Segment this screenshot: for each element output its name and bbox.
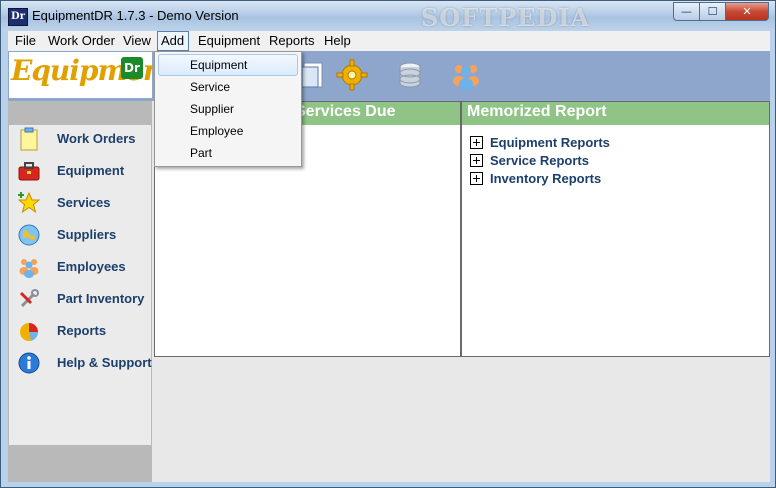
logo-text: Equipment: [11, 54, 175, 87]
app-logo: Equipment Dr: [9, 52, 175, 98]
close-button[interactable]: ✕: [725, 2, 769, 21]
sidebar-item-suppliers[interactable]: Suppliers: [9, 221, 151, 249]
sidebar-item-label: Equipment: [57, 163, 125, 178]
add-menu-item-part[interactable]: Part: [158, 142, 298, 164]
star-icon: [17, 191, 41, 214]
menu-reports[interactable]: Reports: [266, 31, 318, 51]
sidebar-item-equipment[interactable]: Equipment: [9, 157, 151, 185]
sidebar-item-label: Help & Support: [57, 355, 152, 370]
sidebar-item-work-orders[interactable]: Work Orders: [9, 125, 151, 153]
sidebar-item-help-support[interactable]: Help & Support: [9, 349, 152, 377]
tree-item-label[interactable]: Service Reports: [490, 153, 589, 168]
add-menu-item-equipment[interactable]: Equipment: [158, 54, 298, 76]
expand-icon[interactable]: [470, 154, 483, 167]
panel-title: Services Due: [295, 103, 396, 120]
sidebar-item-reports[interactable]: Reports: [9, 317, 151, 345]
sidebar-item-label: Employees: [57, 259, 126, 274]
sidebar-nav: Work Orders Equipment Services Suppliers…: [9, 125, 152, 445]
people-icon: [19, 259, 39, 278]
add-menu-item-employee[interactable]: Employee: [158, 120, 298, 142]
menu-file[interactable]: File: [12, 31, 39, 51]
clipboard-icon: [20, 127, 38, 151]
people-icon[interactable]: [450, 59, 482, 91]
menu-bar: File Work Order View Add Equipment Repor…: [8, 31, 770, 51]
sidebar-item-label: Part Inventory: [57, 291, 145, 306]
wrench-icon: [19, 289, 39, 308]
window-controls: — ☐ ✕: [673, 2, 769, 21]
memorized-report-panel: Memorized Report Equipment Reports Servi…: [461, 101, 770, 357]
add-menu-item-supplier[interactable]: Supplier: [158, 98, 298, 120]
sidebar-item-part-inventory[interactable]: Part Inventory: [9, 285, 151, 313]
sidebar-item-services[interactable]: Services: [9, 189, 151, 217]
add-menu-dropdown: Equipment Service Supplier Employee Part: [154, 51, 302, 167]
sidebar-item-label: Work Orders: [57, 131, 136, 146]
menu-help[interactable]: Help: [321, 31, 354, 51]
logo-badge: Dr: [121, 57, 143, 79]
title-bar[interactable]: Dr EquipmentDR 1.7.3 - Demo Version SOFT…: [1, 1, 775, 32]
panel-header: Memorized Report: [462, 102, 769, 125]
minimize-button[interactable]: —: [673, 2, 699, 21]
gear-icon[interactable]: [336, 59, 368, 91]
menu-view[interactable]: View: [120, 31, 154, 51]
globe-icon: [18, 224, 40, 246]
watermark: SOFTPEDIA: [421, 3, 591, 32]
menu-equipment[interactable]: Equipment: [195, 31, 263, 51]
sidebar-item-employees[interactable]: Employees: [9, 253, 151, 281]
expand-icon[interactable]: [470, 172, 483, 185]
sidebar-item-label: Services: [57, 195, 111, 210]
sidebar: Work Orders Equipment Services Suppliers…: [8, 101, 152, 482]
menu-add[interactable]: Add: [157, 31, 189, 51]
database-icon[interactable]: [394, 59, 426, 91]
toolbox-icon: [18, 162, 40, 181]
sidebar-item-label: Reports: [57, 323, 107, 338]
expand-icon[interactable]: [470, 136, 483, 149]
app-window: Dr EquipmentDR 1.7.3 - Demo Version SOFT…: [0, 0, 776, 488]
add-menu-item-service[interactable]: Service: [158, 76, 298, 98]
toolbar: Equipment Dr: [8, 51, 770, 101]
app-icon[interactable]: Dr: [8, 8, 28, 26]
tree-item-label[interactable]: Inventory Reports: [490, 171, 601, 186]
maximize-button[interactable]: ☐: [699, 2, 725, 21]
tree-item-label[interactable]: Equipment Reports: [490, 135, 610, 150]
menu-work-order[interactable]: Work Order: [45, 31, 118, 51]
window-title: EquipmentDR 1.7.3 - Demo Version: [32, 8, 239, 23]
pie-chart-icon: [20, 323, 39, 341]
sidebar-item-label: Suppliers: [57, 227, 117, 242]
client-area: Equipment Dr Work Orders Equipment Servi…: [8, 51, 770, 482]
panel-title: Memorized Report: [467, 103, 607, 120]
info-icon: [18, 352, 40, 374]
